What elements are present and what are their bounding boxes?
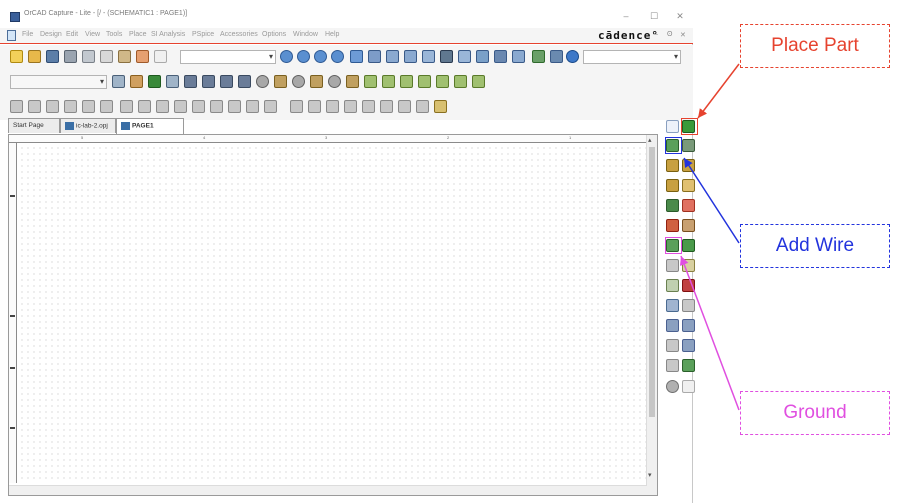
add-wire-callout: Add Wire — [740, 224, 890, 268]
add-wire-arrow — [683, 157, 740, 244]
place-part-callout: Place Part — [740, 24, 890, 68]
place-part-arrow — [697, 63, 740, 119]
ground-callout: Ground — [740, 391, 890, 435]
ground-arrow — [679, 255, 740, 411]
